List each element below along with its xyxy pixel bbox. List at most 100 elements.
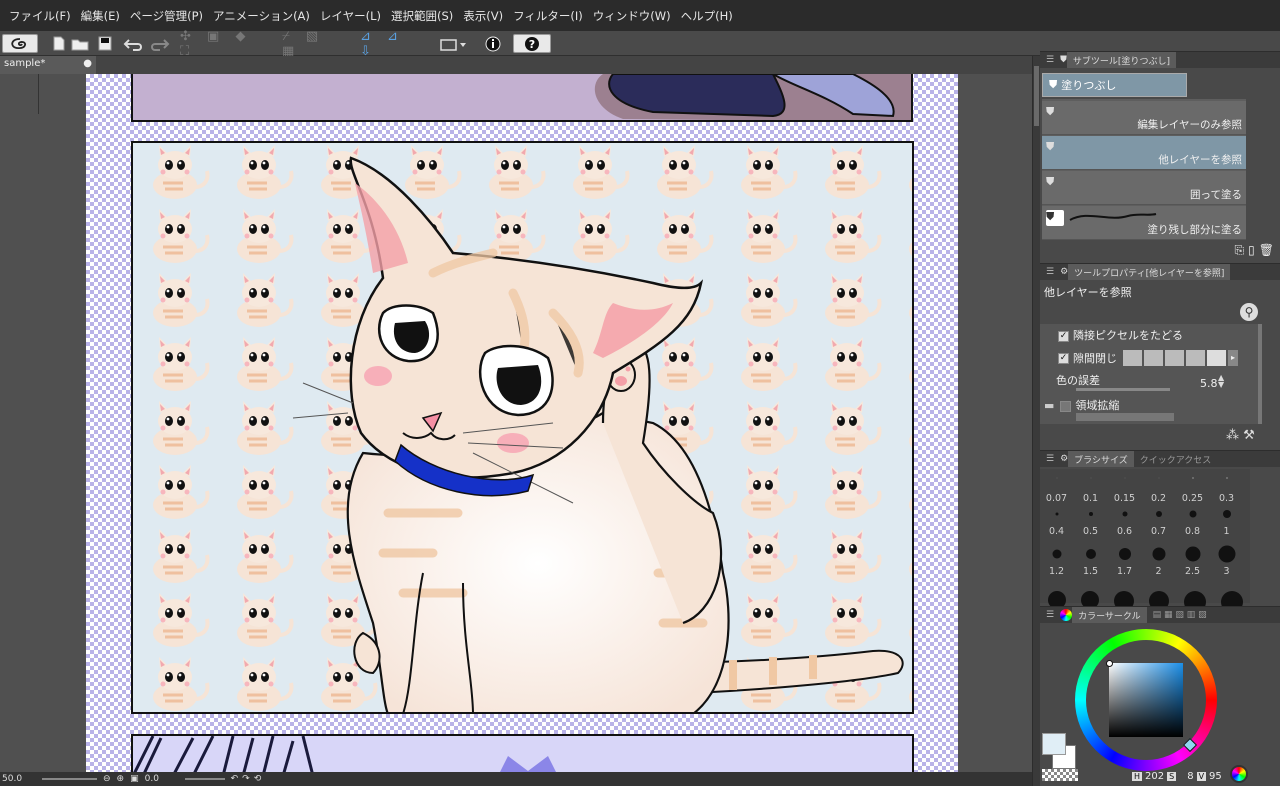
menu-icon[interactable]: ☰ bbox=[1040, 267, 1060, 277]
spinner-icon[interactable]: ▲ ▼ bbox=[1218, 374, 1224, 389]
menu-selection[interactable]: 選択範囲(S) bbox=[386, 8, 458, 24]
subtool-item-label: 囲って塗る bbox=[1190, 189, 1242, 201]
document-tab-label: sample* bbox=[4, 58, 46, 69]
fill-icon[interactable]: ⌿ ▧ ▦ bbox=[282, 29, 352, 59]
brush-size-2[interactable]: 0.15 bbox=[1108, 471, 1141, 504]
menu-animation[interactable]: アニメーション(A) bbox=[208, 8, 315, 24]
ruler-icon[interactable]: ⊿ ⊿ ⇩ bbox=[360, 29, 430, 59]
gap-level-selector[interactable]: ▸ bbox=[1123, 350, 1238, 366]
menu-icon[interactable]: ☰ bbox=[1040, 610, 1060, 620]
color-wheel[interactable] bbox=[1075, 629, 1217, 771]
info-icon[interactable] bbox=[483, 34, 503, 53]
main-color-swatch[interactable] bbox=[1042, 733, 1066, 755]
new-icon[interactable]: ▯ bbox=[1248, 243, 1259, 257]
menu-edit[interactable]: 編集(E) bbox=[76, 8, 125, 24]
brush-size-16[interactable]: 2.5 bbox=[1176, 546, 1209, 577]
zoom-in-icon[interactable]: ⊕ bbox=[117, 774, 125, 784]
rotate-right-icon[interactable]: ↷ bbox=[242, 774, 250, 784]
area-scaling-checkbox[interactable] bbox=[1060, 400, 1072, 412]
brush-size-7[interactable]: 0.5 bbox=[1074, 512, 1107, 537]
canvas-scrollbar[interactable] bbox=[1032, 56, 1040, 786]
subtool-header-label[interactable]: サブツール[塗りつぶし] bbox=[1066, 52, 1176, 68]
tool-settings-icon[interactable]: ⁂ ⚒ bbox=[1226, 428, 1255, 443]
area-scaling-row[interactable]: ▬ 領域拡縮 bbox=[1044, 397, 1119, 413]
help-icon[interactable]: ? bbox=[513, 34, 551, 53]
subtool-group-tab[interactable]: ⛊ 塗りつぶし bbox=[1042, 73, 1187, 97]
logo-icon[interactable] bbox=[2, 34, 38, 53]
color-tabs-icon[interactable]: ▤ ▦ ▧ ▥ ▨ bbox=[1147, 608, 1213, 622]
area-scaling-label: 領域拡縮 bbox=[1075, 399, 1120, 412]
brush-size-15[interactable]: 2 bbox=[1142, 547, 1175, 577]
close-gap-checkbox[interactable]: ✓ bbox=[1058, 352, 1069, 364]
toolprop-scrollbar[interactable] bbox=[1258, 324, 1262, 424]
color-mode-icon[interactable] bbox=[1230, 765, 1248, 783]
menu-view[interactable]: 表示(V) bbox=[458, 8, 508, 24]
menu-file[interactable]: ファイル(F) bbox=[4, 8, 76, 24]
menu-layer[interactable]: レイヤー(L) bbox=[315, 8, 386, 24]
open-icon[interactable] bbox=[70, 34, 90, 53]
follow-adjacent-checkbox[interactable]: ✓ bbox=[1058, 330, 1069, 342]
menu-icon[interactable]: ☰ bbox=[1040, 55, 1060, 65]
flip-icon[interactable]: ⟲ bbox=[254, 774, 262, 784]
subtool-item-edit-layer[interactable]: ⛊ 編集レイヤーのみ参照 bbox=[1042, 101, 1246, 135]
hsv-readout: H 202 S 8 V 95 bbox=[1132, 771, 1222, 782]
brush-size-3[interactable]: 0.2 bbox=[1142, 471, 1175, 504]
fit-icon[interactable]: ▣ bbox=[130, 774, 139, 784]
v-value[interactable]: 95 bbox=[1209, 771, 1222, 782]
brush-size-6[interactable]: 0.4 bbox=[1040, 512, 1073, 537]
display-icon[interactable] bbox=[438, 34, 472, 53]
angle-slider[interactable] bbox=[184, 778, 225, 780]
transform-icon[interactable]: ✣ ▣ ◆ ⛶ bbox=[180, 29, 270, 59]
brush-size-8[interactable]: 0.6 bbox=[1108, 511, 1141, 537]
new-file-icon[interactable] bbox=[52, 34, 66, 53]
menu-filter[interactable]: フィルター(I) bbox=[508, 8, 588, 24]
redo-icon[interactable] bbox=[148, 34, 170, 53]
transparent-color-swatch[interactable] bbox=[1042, 769, 1078, 781]
status-bar: 50.0 ⊖ ⊕ ▣ 0.0 ↶ ↷ ⟲ bbox=[0, 772, 1032, 786]
color-saturation-box[interactable] bbox=[1109, 663, 1183, 737]
brush-size-0[interactable]: 0.07 bbox=[1040, 471, 1073, 504]
document-tab[interactable]: sample* ● bbox=[0, 56, 96, 74]
zoom-out-icon[interactable]: ⊖ bbox=[103, 774, 111, 784]
s-value[interactable]: 8 bbox=[1187, 771, 1193, 782]
close-gap-row[interactable]: ✓ 隙間閉じ ▸ bbox=[1058, 350, 1238, 366]
brush-size-10[interactable]: 0.8 bbox=[1176, 510, 1209, 537]
menu-help[interactable]: ヘルプ(H) bbox=[676, 8, 738, 24]
brush-size-1[interactable]: 0.1 bbox=[1074, 471, 1107, 504]
zoom-icon[interactable]: ⚲ bbox=[1240, 303, 1258, 321]
menu-window[interactable]: ウィンドウ(W) bbox=[588, 8, 676, 24]
canvas-area[interactable] bbox=[0, 74, 1032, 772]
quickaccess-tab[interactable]: クイックアクセス bbox=[1134, 451, 1218, 468]
sv-cursor[interactable] bbox=[1106, 660, 1113, 667]
brush-size-4[interactable]: 0.25 bbox=[1176, 471, 1209, 504]
brush-size-13[interactable]: 1.5 bbox=[1074, 549, 1107, 577]
rotate-left-icon[interactable]: ↶ bbox=[231, 774, 239, 784]
menu-page[interactable]: ページ管理(P) bbox=[125, 8, 208, 24]
subtool-item-unfilled[interactable]: ⛊ 塗り残し部分に塗る bbox=[1042, 206, 1246, 240]
undo-icon[interactable] bbox=[122, 34, 146, 53]
subtool-item-enclose[interactable]: ⛊ 囲って塗る bbox=[1042, 171, 1246, 205]
h-value[interactable]: 202 bbox=[1145, 771, 1164, 782]
brush-size-9[interactable]: 0.7 bbox=[1142, 511, 1175, 537]
color-circle-tab[interactable]: カラーサークル bbox=[1072, 607, 1147, 623]
brush-size-11[interactable]: 1 bbox=[1210, 510, 1243, 537]
color-margin-slider[interactable] bbox=[1076, 388, 1170, 391]
brush-size-14[interactable]: 1.7 bbox=[1108, 548, 1141, 577]
save-icon[interactable] bbox=[96, 34, 114, 53]
brushsize-tab[interactable]: ブラシサイズ bbox=[1068, 451, 1134, 467]
brush-size-12[interactable]: 1.2 bbox=[1040, 549, 1073, 577]
trash-icon[interactable]: 🗑 bbox=[1259, 243, 1278, 257]
angle-value[interactable]: 0.0 bbox=[145, 774, 185, 784]
zoom-value[interactable]: 50.0 bbox=[0, 774, 42, 784]
v-label: V bbox=[1196, 772, 1207, 781]
brush-size-17[interactable]: 3 bbox=[1210, 545, 1243, 577]
menu-icon[interactable]: ☰ bbox=[1040, 454, 1060, 464]
brush-size-5[interactable]: 0.3 bbox=[1210, 471, 1243, 504]
tab-close-icon[interactable]: ● bbox=[83, 58, 92, 72]
copy-icon[interactable]: ⎘ bbox=[1235, 243, 1249, 257]
zoom-slider[interactable] bbox=[42, 778, 97, 780]
toolprop-header-label[interactable]: ツールプロパティ[他レイヤーを参照] bbox=[1068, 264, 1231, 280]
color-margin-value[interactable]: 5.8 bbox=[1200, 377, 1218, 390]
follow-adjacent-row[interactable]: ✓ 隣接ピクセルをたどる bbox=[1058, 327, 1183, 343]
subtool-item-other-layer[interactable]: ⛊ 他レイヤーを参照 bbox=[1042, 136, 1246, 170]
